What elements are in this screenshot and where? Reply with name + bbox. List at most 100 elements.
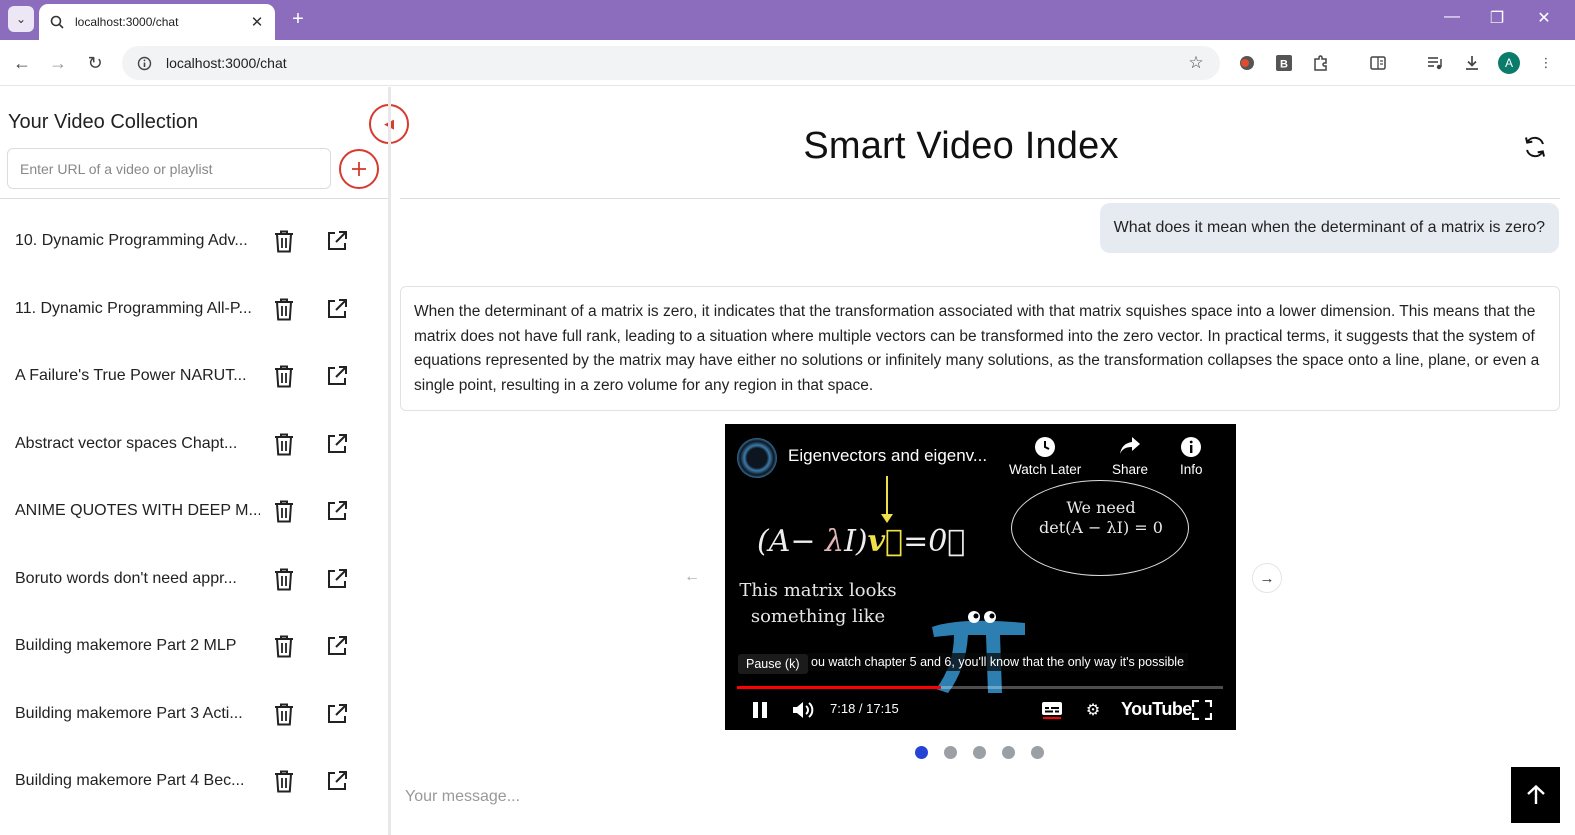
trash-icon[interactable] — [272, 768, 296, 794]
video-title[interactable]: Building makemore Part 3 Acti... — [15, 705, 260, 723]
subtitle-caption: ou watch chapter 5 and 6, you'll know th… — [807, 653, 1189, 671]
extension-icon[interactable] — [1236, 52, 1258, 74]
list-item[interactable]: Building makemore Part 4 Bec... — [0, 751, 388, 811]
browser-tab[interactable]: localhost:3000/chat ✕ — [39, 4, 275, 40]
bubble-line-2: det(A − λI) = 0 — [1039, 518, 1163, 537]
browser-tab-bar: ⌄ localhost:3000/chat ✕ + — ❐ ✕ — [0, 0, 1575, 40]
carousel-dot[interactable] — [944, 746, 957, 759]
avatar[interactable]: A — [1498, 52, 1520, 74]
external-link-icon[interactable] — [324, 566, 350, 592]
video-title[interactable]: Eigenvectors and eigenv... — [788, 446, 987, 466]
carousel-dot[interactable] — [915, 746, 928, 759]
back-button[interactable]: ← — [10, 51, 34, 75]
media-control-icon[interactable] — [1424, 52, 1446, 74]
list-item[interactable]: 11. Dynamic Programming All-P... — [0, 279, 388, 339]
trash-icon[interactable] — [272, 498, 296, 524]
channel-avatar[interactable] — [737, 438, 777, 478]
tab-search-button[interactable]: ⌄ — [8, 6, 34, 32]
external-link-icon[interactable] — [324, 768, 350, 794]
list-item[interactable]: ANIME QUOTES WITH DEEP M... — [0, 481, 388, 541]
browser-menu-icon[interactable]: ⋮ — [1535, 52, 1557, 74]
video-title[interactable]: Building makemore Part 2 MLP — [15, 637, 260, 655]
sidebar-title: Your Video Collection — [8, 111, 199, 133]
list-item[interactable]: Building makemore Part 2 MLP — [0, 616, 388, 676]
trash-icon[interactable] — [272, 363, 296, 389]
address-bar[interactable]: localhost:3000/chat ☆ — [122, 46, 1220, 80]
settings-gear-icon[interactable]: ⚙ — [1080, 699, 1106, 721]
carousel-dot[interactable] — [1002, 746, 1015, 759]
youtube-logo[interactable]: YouTube — [1121, 699, 1192, 720]
video-title[interactable]: Building makemore Part 4 Bec... — [15, 772, 260, 790]
share-button[interactable]: Share — [1112, 436, 1148, 477]
message-input[interactable] — [405, 783, 1485, 811]
video-player[interactable]: Eigenvectors and eigenv... Watch Later S… — [725, 424, 1236, 730]
assistant-message: When the determinant of a matrix is zero… — [400, 286, 1560, 411]
send-button[interactable] — [1511, 767, 1560, 823]
list-item[interactable]: Building makemore Part 3 Acti... — [0, 684, 388, 744]
volume-icon[interactable] — [791, 700, 815, 720]
video-title[interactable]: 11. Dynamic Programming All-P... — [15, 300, 260, 318]
eigen-equation: (A− λI)v⃗=0⃗ — [757, 524, 966, 559]
chevron-down-icon: ⌄ — [15, 12, 27, 26]
watch-later-button[interactable]: Watch Later — [1009, 436, 1081, 477]
globe-icon — [49, 14, 65, 30]
carousel-dots — [915, 746, 1044, 759]
restore-button[interactable]: ❐ — [1482, 8, 1512, 28]
external-link-icon[interactable] — [324, 431, 350, 457]
trash-icon[interactable] — [272, 431, 296, 457]
carousel-dot[interactable] — [973, 746, 986, 759]
video-title[interactable]: Boruto words don't need appr... — [15, 570, 260, 588]
add-video-button[interactable] — [339, 149, 379, 189]
minimize-button[interactable]: — — [1437, 8, 1467, 26]
carousel-dot[interactable] — [1031, 746, 1044, 759]
arrow-up-icon — [1526, 784, 1545, 804]
external-link-icon[interactable] — [324, 633, 350, 659]
trash-icon[interactable] — [272, 228, 296, 254]
refresh-icon[interactable] — [1521, 133, 1549, 161]
download-icon[interactable] — [1461, 52, 1483, 74]
list-item[interactable]: 10. Dynamic Programming Adv... — [0, 211, 388, 271]
arrow-right-icon: → — [1259, 569, 1275, 587]
reading-list-icon[interactable] — [1367, 52, 1389, 74]
carousel-prev-button[interactable]: ← — [677, 565, 707, 589]
external-link-icon[interactable] — [324, 363, 350, 389]
trash-icon[interactable] — [272, 633, 296, 659]
carousel-next-button[interactable]: → — [1252, 563, 1282, 593]
list-item[interactable]: A Failure's True Power NARUT... — [0, 346, 388, 406]
subtitles-icon[interactable] — [1039, 699, 1065, 721]
external-link-icon[interactable] — [324, 296, 350, 322]
progress-bar[interactable] — [737, 686, 1223, 689]
external-link-icon[interactable] — [324, 498, 350, 524]
extension-b-icon[interactable]: B — [1273, 52, 1295, 74]
extensions-puzzle-icon[interactable] — [1310, 52, 1332, 74]
trash-icon[interactable] — [272, 701, 296, 727]
svg-text:B: B — [1280, 59, 1288, 71]
external-link-icon[interactable] — [324, 228, 350, 254]
forward-button[interactable]: → — [46, 51, 70, 75]
fullscreen-icon[interactable] — [1189, 699, 1215, 721]
trash-icon[interactable] — [272, 296, 296, 322]
reload-button[interactable]: ↻ — [83, 51, 107, 75]
video-title[interactable]: 10. Dynamic Programming Adv... — [15, 232, 260, 250]
external-link-icon[interactable] — [324, 701, 350, 727]
video-url-input[interactable] — [7, 148, 331, 189]
video-title[interactable]: A Failure's True Power NARUT... — [15, 367, 260, 385]
plus-icon — [352, 162, 366, 176]
list-item[interactable]: Boruto words don't need appr... — [0, 549, 388, 609]
video-title[interactable]: Abstract vector spaces Chapt... — [15, 435, 260, 453]
new-tab-button[interactable]: + — [286, 7, 310, 31]
video-time: 7:18 / 17:15 — [830, 701, 899, 716]
info-button[interactable]: Info — [1180, 436, 1203, 477]
chat-panel: Smart Video Index What does it mean when… — [391, 87, 1575, 835]
close-window-button[interactable]: ✕ — [1529, 8, 1559, 28]
site-info-icon[interactable] — [136, 55, 152, 71]
close-tab-icon[interactable]: ✕ — [249, 13, 265, 31]
video-title[interactable]: ANIME QUOTES WITH DEEP M... — [15, 502, 260, 520]
list-item[interactable]: Abstract vector spaces Chapt... — [0, 414, 388, 474]
trash-icon[interactable] — [272, 566, 296, 592]
pause-icon[interactable] — [750, 700, 770, 720]
share-icon — [1112, 436, 1148, 462]
progress-fill — [737, 686, 942, 689]
bookmark-star-icon[interactable]: ☆ — [1186, 53, 1206, 73]
divider — [0, 198, 388, 199]
